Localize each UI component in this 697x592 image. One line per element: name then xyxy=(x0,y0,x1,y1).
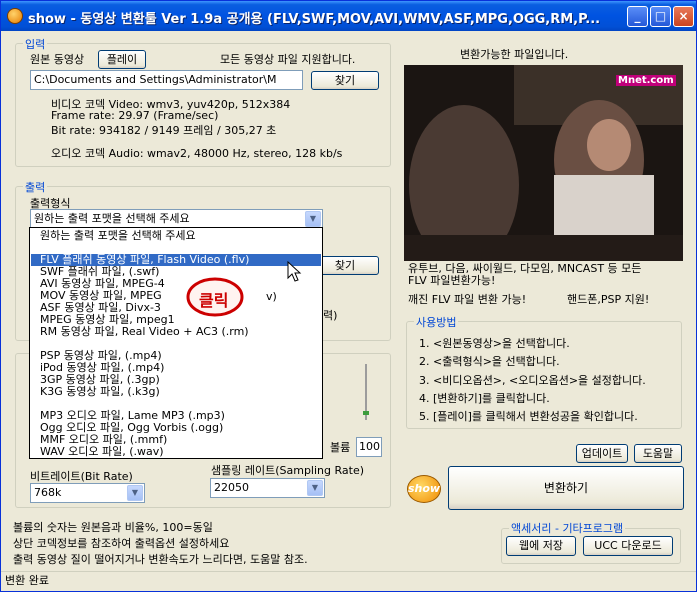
ucc-download-button[interactable]: UCC 다운로드 xyxy=(583,536,673,556)
preview-desc-2: FLV 파일변환가능! xyxy=(408,274,496,287)
output-legend: 출력 xyxy=(23,179,48,195)
format-select-value: 원하는 출력 포맷을 선택해 주세요 xyxy=(34,212,190,225)
volume-label: 볼륨 xyxy=(330,441,351,454)
note-line-3: 출력 동영상 질이 떨어지거나 변환속도가 느리다면, 도움말 참조. xyxy=(13,553,308,566)
sampling-label: 샘플링 레이트(Sampling Rate) xyxy=(211,464,365,477)
mnet-watermark: Mnet.com xyxy=(616,75,676,86)
chevron-down-icon[interactable]: ▼ xyxy=(305,211,321,227)
maximize-button[interactable]: □ xyxy=(650,6,671,27)
video-preview: Mnet.com xyxy=(404,65,683,261)
howto-step-3: 3. <비디오옵션>, <오디오옵션>을 설정합니다. xyxy=(419,374,646,387)
sampling-select[interactable]: 22050 ▼ xyxy=(210,478,325,498)
note-line-2: 상단 코덱정보를 참조하여 출력옵션 설정하세요 xyxy=(13,537,230,550)
video-frame-image xyxy=(404,65,683,261)
howto-step-4: 4. [변환하기]를 클릭합니다. xyxy=(419,392,550,405)
source-browse-button[interactable]: 찾기 xyxy=(311,71,379,90)
volume-field[interactable]: 100 xyxy=(356,437,382,457)
convert-button[interactable]: 변환하기 xyxy=(448,466,684,510)
update-button[interactable]: 업데이트 xyxy=(576,444,628,463)
audio-codec-info: 오디오 코덱 Audio: wmav2, 48000 Hz, stereo, 1… xyxy=(51,147,343,160)
close-button[interactable]: × xyxy=(673,6,694,27)
accessory-legend: 액세서리 - 기타프로그램 xyxy=(509,520,626,536)
minimize-button[interactable]: _ xyxy=(627,6,648,27)
volume-slider-thumb[interactable] xyxy=(363,411,369,415)
app-icon xyxy=(7,8,23,24)
howto-step-2: 2. <출력형식>을 선택합니다. xyxy=(419,355,560,368)
mouse-cursor-icon xyxy=(287,261,302,282)
help-button[interactable]: 도움말 xyxy=(634,444,682,463)
format-dropdown-list[interactable]: 원하는 출력 포맷을 선택해 주세요 FLV 플래쉬 동영상 파일, Flash… xyxy=(29,227,323,459)
source-label: 원본 동영상 xyxy=(30,53,85,66)
list-item[interactable]: K3G 동영상 파일, (.k3g) xyxy=(31,386,321,398)
bitrate-select[interactable]: 768k ▼ xyxy=(30,483,145,503)
main-window: show - 동영상 변환툴 Ver 1.9a 공개용 (FLV,SWF,MOV… xyxy=(0,0,697,592)
support-text: 모든 동영상 파일 지원합니다. xyxy=(220,53,356,66)
format-select[interactable]: 원하는 출력 포맷을 선택해 주세요 ▼ xyxy=(30,209,323,229)
note-line-1: 볼륨의 숫자는 원본음과 비율%, 100=동일 xyxy=(13,521,213,534)
play-button[interactable]: 플레이 xyxy=(98,50,146,69)
frame-shadow xyxy=(404,235,683,261)
chevron-down-icon[interactable]: ▼ xyxy=(307,480,323,496)
preview-desc-3: 깨진 FLV 파일 변환 가능! xyxy=(408,293,527,306)
click-callout-text: 클릭 xyxy=(199,291,229,310)
frame-face xyxy=(587,119,631,171)
howto-step-5: 5. [플레이]를 클릭해서 변환성공을 확인합니다. xyxy=(419,410,638,423)
sampling-select-value: 22050 xyxy=(214,481,249,494)
chevron-down-icon[interactable]: ▼ xyxy=(127,485,143,501)
howto-legend: 사용방법 xyxy=(414,314,459,330)
list-item[interactable]: WAV 오디오 파일, (.wav) xyxy=(31,446,321,458)
title-bar[interactable]: show - 동영상 변환툴 Ver 1.9a 공개용 (FLV,SWF,MOV… xyxy=(1,1,696,31)
preview-desc-4: 핸드폰,PSP 지원! xyxy=(567,293,650,306)
frame-rate-info: Frame rate: 29.97 (Frame/sec) xyxy=(51,109,219,122)
source-path-field[interactable]: C:\Documents and Settings\Administrator\… xyxy=(30,70,303,90)
bitrate-select-value: 768k xyxy=(34,486,62,499)
status-bar: 변환 완료 xyxy=(1,571,696,592)
web-save-button[interactable]: 웹에 저장 xyxy=(506,536,576,556)
bitrate-label: 비트레이트(Bit Rate) xyxy=(30,470,133,483)
bit-rate-info: Bit rate: 934182 / 9149 프레임 / 305,27 초 xyxy=(51,124,277,137)
input-legend: 입력 xyxy=(23,36,48,52)
status-text: 변환 완료 xyxy=(5,574,49,587)
window-title: show - 동영상 변환툴 Ver 1.9a 공개용 (FLV,SWF,MOV… xyxy=(28,12,601,27)
preview-header: 변환가능한 파일입니다. xyxy=(460,48,569,61)
output-partial-text: 력) xyxy=(323,309,338,322)
howto-step-1: 1. <원본동영상>을 선택합니다. xyxy=(419,337,570,350)
list-item[interactable]: 원하는 출력 포맷을 선택해 주세요 xyxy=(31,230,321,242)
show-logo-icon: show xyxy=(407,475,441,503)
